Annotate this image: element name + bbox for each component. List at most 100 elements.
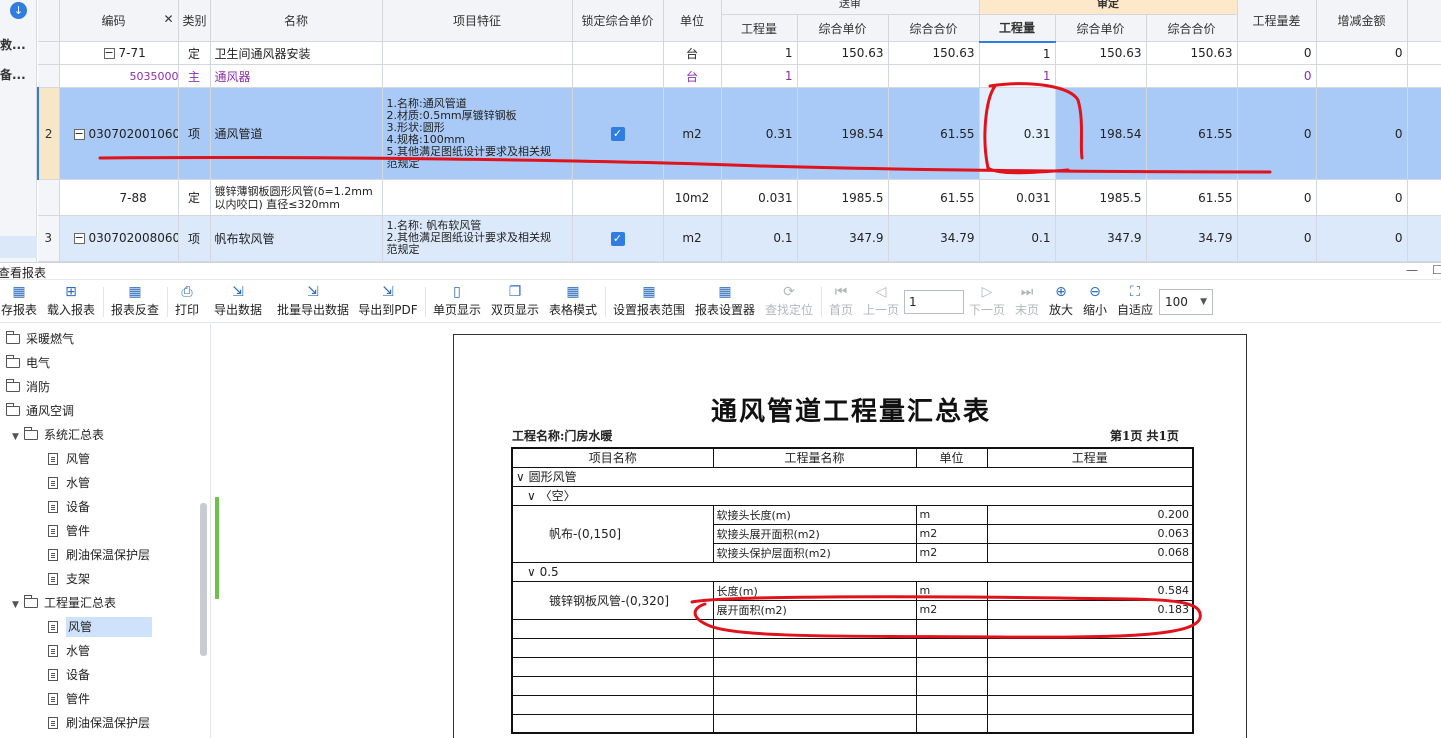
- row-code[interactable]: −030702008060: [59, 215, 179, 263]
- zoom-out-button[interactable]: ⊖ 缩小: [1080, 283, 1110, 321]
- row-sent-total[interactable]: 61.55: [888, 87, 980, 181]
- tree-item-hvac[interactable]: 通风空调: [6, 399, 74, 423]
- tree-item-fittings[interactable]: 管件: [48, 687, 90, 711]
- strip-label-1[interactable]: 救...: [0, 36, 26, 53]
- tree-item-fittings[interactable]: 管件: [48, 519, 90, 543]
- fit-button[interactable]: ⛶ 自适应: [1114, 283, 1156, 321]
- row-feature[interactable]: 1.名称: 帆布软风管 2.其他满足图纸设计要求及相关规 范规定: [382, 215, 573, 263]
- export-data-button[interactable]: ⇲ 导出数据: [210, 283, 266, 321]
- row-approved-qty[interactable]: 1: [979, 41, 1056, 66]
- row-name[interactable]: 卫生间通风器安装: [210, 41, 383, 66]
- row-type[interactable]: 主: [178, 64, 211, 89]
- row-approved-total[interactable]: 150.63: [1146, 41, 1238, 66]
- row-approved-qty[interactable]: 1: [979, 64, 1056, 89]
- row-qty-diff[interactable]: 0: [1237, 87, 1317, 181]
- row-sent-qty[interactable]: 1: [721, 41, 798, 66]
- chevron-down-icon[interactable]: ∨: [516, 470, 529, 484]
- row-name[interactable]: 帆布软风管: [210, 215, 383, 263]
- row-feature[interactable]: [382, 41, 573, 66]
- chevron-down-icon[interactable]: ∨: [527, 489, 540, 503]
- grid-col-approved-qty[interactable]: 工程量: [979, 14, 1056, 43]
- tree-item-fire[interactable]: 消防: [6, 375, 50, 399]
- tree-item-duct-selected[interactable]: 风管: [48, 615, 153, 639]
- minimize-icon[interactable]: —: [1406, 263, 1418, 277]
- page-number-input[interactable]: 1: [904, 290, 964, 314]
- row-code[interactable]: 7-88: [59, 179, 179, 216]
- save-report-button[interactable]: ▦ 存报表: [0, 283, 40, 321]
- row-name[interactable]: 通风器: [210, 64, 383, 89]
- row-lock[interactable]: ✓: [572, 87, 664, 181]
- strip-label-2[interactable]: 备...: [0, 66, 26, 83]
- single-page-button[interactable]: ▯ 单页显示: [430, 283, 484, 321]
- tree-item-support[interactable]: 支架: [48, 567, 90, 591]
- row-lock[interactable]: [572, 41, 664, 66]
- collapse-icon[interactable]: −: [73, 128, 85, 140]
- next-page-button[interactable]: ▷ 下一页: [966, 283, 1008, 321]
- grid-col-unit[interactable]: 单位: [663, 0, 722, 43]
- close-icon[interactable]: ✕: [163, 12, 173, 26]
- grid-col-code[interactable]: 编码 ✕: [59, 0, 179, 43]
- table-row[interactable]: −7-71 定 卫生间通风器安装 台 1 150.63 150.63 1 150…: [38, 41, 1441, 66]
- collapse-icon[interactable]: −: [73, 232, 85, 245]
- row-approved-price[interactable]: 347.9: [1055, 215, 1147, 263]
- row-type[interactable]: 定: [178, 41, 211, 66]
- row-amount-change[interactable]: 0: [1316, 215, 1408, 263]
- row-code[interactable]: −030702001060: [59, 87, 179, 181]
- tree-item-pipe[interactable]: 水管: [48, 471, 90, 495]
- row-unit[interactable]: 台: [663, 64, 722, 89]
- row-code[interactable]: −7-71: [59, 41, 179, 66]
- grid-col-approved-total[interactable]: 综合合价: [1146, 14, 1238, 43]
- zoom-in-button[interactable]: ⊕ 放大: [1046, 283, 1076, 321]
- find-locate-button[interactable]: ⟳ 查找定位: [762, 283, 816, 321]
- batch-export-button[interactable]: ⇲ 批量导出数据: [274, 283, 352, 321]
- row-sent-total[interactable]: 150.63: [888, 41, 980, 66]
- load-report-button[interactable]: ⊞ 载入报表: [44, 283, 98, 321]
- download-icon[interactable]: ↓: [10, 2, 27, 19]
- row-feature[interactable]: [382, 179, 573, 216]
- grid-col-type[interactable]: 类别: [178, 0, 211, 43]
- row-unit[interactable]: m2: [663, 215, 722, 263]
- row-approved-price[interactable]: 150.63: [1055, 41, 1147, 66]
- report-subgroup-row[interactable]: ∨ 0.5: [511, 561, 1194, 582]
- row-type[interactable]: 定: [178, 179, 211, 216]
- row-amount-change[interactable]: 0: [1316, 87, 1408, 181]
- row-sent-qty[interactable]: 1: [721, 64, 798, 89]
- row-approved-total[interactable]: [1146, 64, 1238, 89]
- row-lock[interactable]: [572, 64, 664, 89]
- tree-item-equipment[interactable]: 设备: [48, 663, 90, 687]
- grid-col-approved-price[interactable]: 综合单价: [1055, 14, 1147, 43]
- chevron-down-icon[interactable]: ▼: [12, 593, 24, 617]
- table-row-selected[interactable]: 2 −030702001060 项 通风管道 1.名称:通风管道 2.材质:0.…: [37, 87, 1441, 181]
- grid-col-name[interactable]: 名称: [210, 0, 383, 43]
- tree-item-quantity-summary[interactable]: ▼ 工程量汇总表: [12, 591, 116, 615]
- tree-item-pipe[interactable]: 水管: [48, 639, 90, 663]
- row-type[interactable]: 项: [178, 215, 211, 263]
- row-sent-price[interactable]: 1985.5: [797, 179, 889, 216]
- row-lock[interactable]: ✓: [572, 215, 664, 263]
- grid-col-sent-total[interactable]: 综合合价: [888, 14, 980, 43]
- row-type[interactable]: 项: [178, 87, 211, 181]
- grid-col-amount-change[interactable]: 增减金额: [1316, 0, 1408, 43]
- chevron-down-icon[interactable]: ∨: [527, 565, 540, 579]
- lock-price-checkbox[interactable]: ✓: [610, 231, 625, 246]
- row-approved-price[interactable]: 198.54: [1055, 87, 1147, 181]
- tree-item-insulation[interactable]: 刷油保温保护层: [48, 711, 150, 735]
- row-sent-qty[interactable]: 0.031: [721, 179, 798, 216]
- row-approved-qty[interactable]: 0.1: [979, 215, 1056, 263]
- print-button[interactable]: ⎙ 打印: [172, 283, 202, 321]
- last-page-button[interactable]: ⏭ 末页: [1012, 283, 1042, 321]
- tree-item-heating[interactable]: 采暖燃气: [6, 327, 74, 351]
- tree-item-insulation[interactable]: 刷油保温保护层: [48, 543, 150, 567]
- row-approved-price[interactable]: 1985.5: [1055, 179, 1147, 216]
- row-approved-qty[interactable]: 0.031: [979, 179, 1056, 216]
- row-approved-price[interactable]: [1055, 64, 1147, 89]
- row-sent-qty[interactable]: 0.1: [721, 215, 798, 263]
- grid-col-sent-price[interactable]: 综合单价: [797, 14, 889, 43]
- grid-col-qty-diff[interactable]: 工程量差: [1237, 0, 1317, 43]
- grid-col-sent-qty[interactable]: 工程量: [721, 14, 798, 43]
- report-group-row[interactable]: ∨ 圆形风管: [511, 466, 1194, 487]
- row-sent-price[interactable]: 198.54: [797, 87, 889, 181]
- table-mode-button[interactable]: ▦ 表格模式: [546, 283, 600, 321]
- row-name[interactable]: 通风管道: [210, 87, 383, 181]
- zoom-select[interactable]: 100 ▼: [1159, 289, 1213, 315]
